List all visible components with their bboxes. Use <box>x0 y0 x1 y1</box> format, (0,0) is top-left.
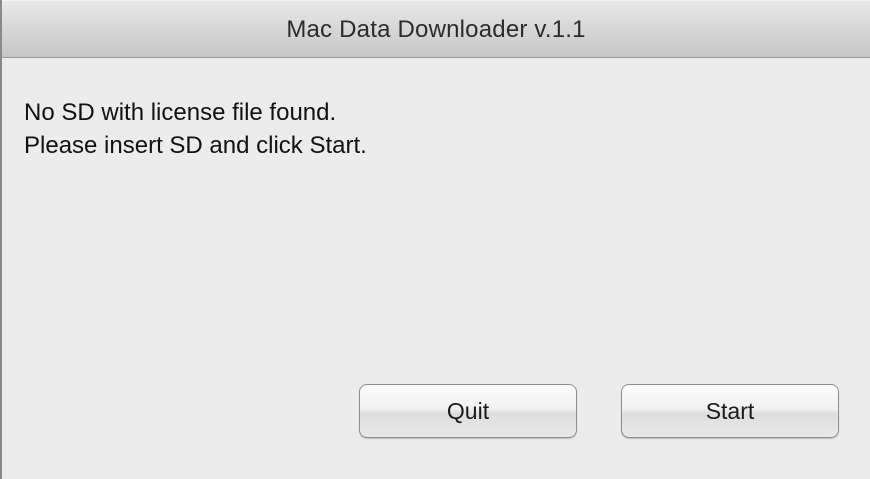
status-message-line-2: Please insert SD and click Start. <box>24 132 367 159</box>
title-bar[interactable]: Mac Data Downloader v.1.1 <box>2 0 870 58</box>
quit-button[interactable]: Quit <box>359 384 577 438</box>
status-message: No SD with license file found. Please in… <box>24 96 367 162</box>
window-content: No SD with license file found. Please in… <box>2 58 870 479</box>
app-window: Mac Data Downloader v.1.1 No SD with lic… <box>0 0 870 479</box>
window-title: Mac Data Downloader v.1.1 <box>286 16 586 43</box>
status-message-line-1: No SD with license file found. <box>24 99 337 126</box>
start-button[interactable]: Start <box>621 384 839 438</box>
